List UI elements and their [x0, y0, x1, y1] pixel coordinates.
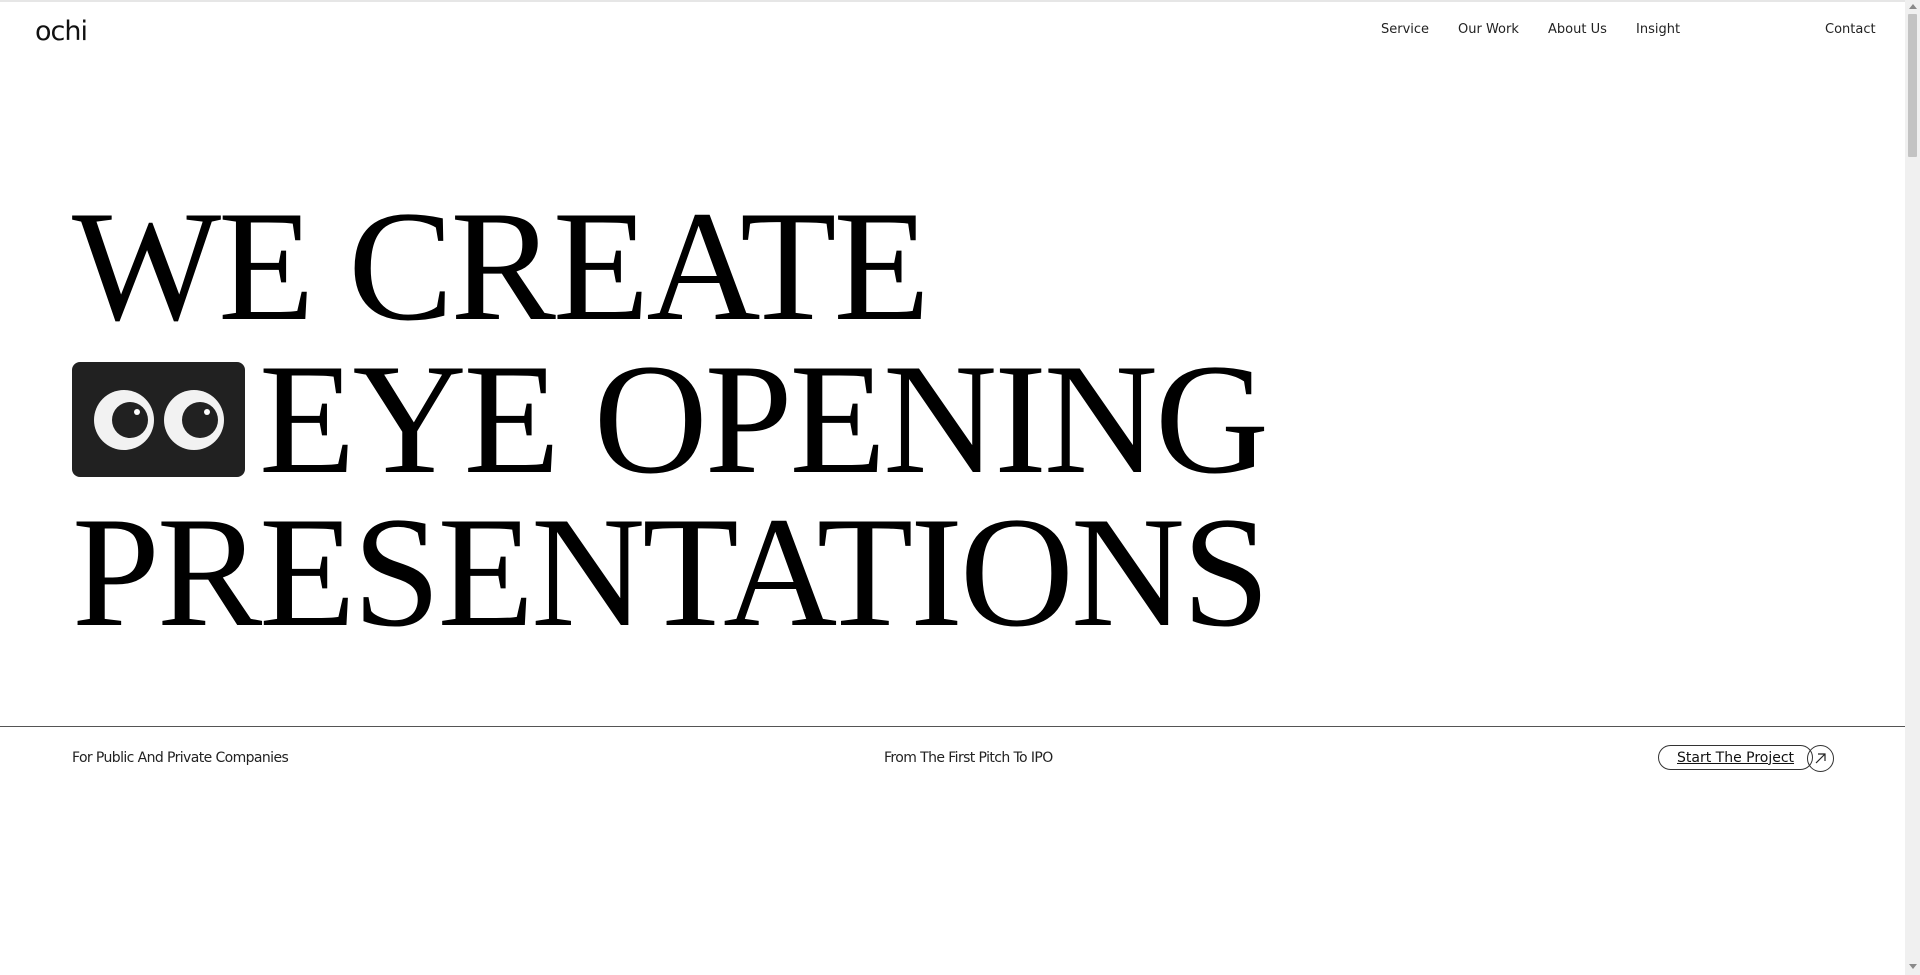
hero-line-2: EYE OPENING [259, 332, 1269, 507]
start-project-button[interactable]: Start The Project [1658, 745, 1814, 770]
nav-link-service[interactable]: Service [1381, 22, 1429, 37]
scroll-down-arrow-icon[interactable] [1909, 964, 1917, 969]
page-scrollbar[interactable] [1905, 0, 1920, 975]
hero-line-2-row: EYE OPENING [72, 332, 1269, 507]
hero-line-1: WE CREATE [72, 179, 930, 354]
tagline-left: For Public And Private Companies [72, 750, 289, 766]
eyes-icon [72, 362, 245, 477]
hero-line-3: PRESENTATIONS [72, 485, 1270, 660]
nav-link-about-us[interactable]: About Us [1548, 22, 1607, 37]
right-eye-icon [164, 390, 224, 450]
nav-link-our-work[interactable]: Our Work [1458, 22, 1519, 37]
top-border [0, 0, 1905, 2]
tagline-middle: From The First Pitch To IPO [884, 750, 1053, 766]
nav-link-contact[interactable]: Contact [1825, 22, 1876, 37]
right-pupil [182, 402, 218, 438]
left-eye-icon [94, 390, 154, 450]
section-divider [0, 726, 1905, 727]
hero-heading: WE CREATE EYE OPENING PRESENTATIONS [72, 179, 1270, 660]
left-pupil [112, 402, 148, 438]
arrow-up-right-icon[interactable] [1807, 745, 1834, 772]
scroll-up-arrow-icon[interactable] [1909, 4, 1917, 9]
scroll-thumb[interactable] [1908, 14, 1917, 157]
nav-link-insight[interactable]: Insight [1636, 22, 1680, 37]
main-nav: Service Our Work About Us Insight Contac… [0, 22, 1905, 42]
